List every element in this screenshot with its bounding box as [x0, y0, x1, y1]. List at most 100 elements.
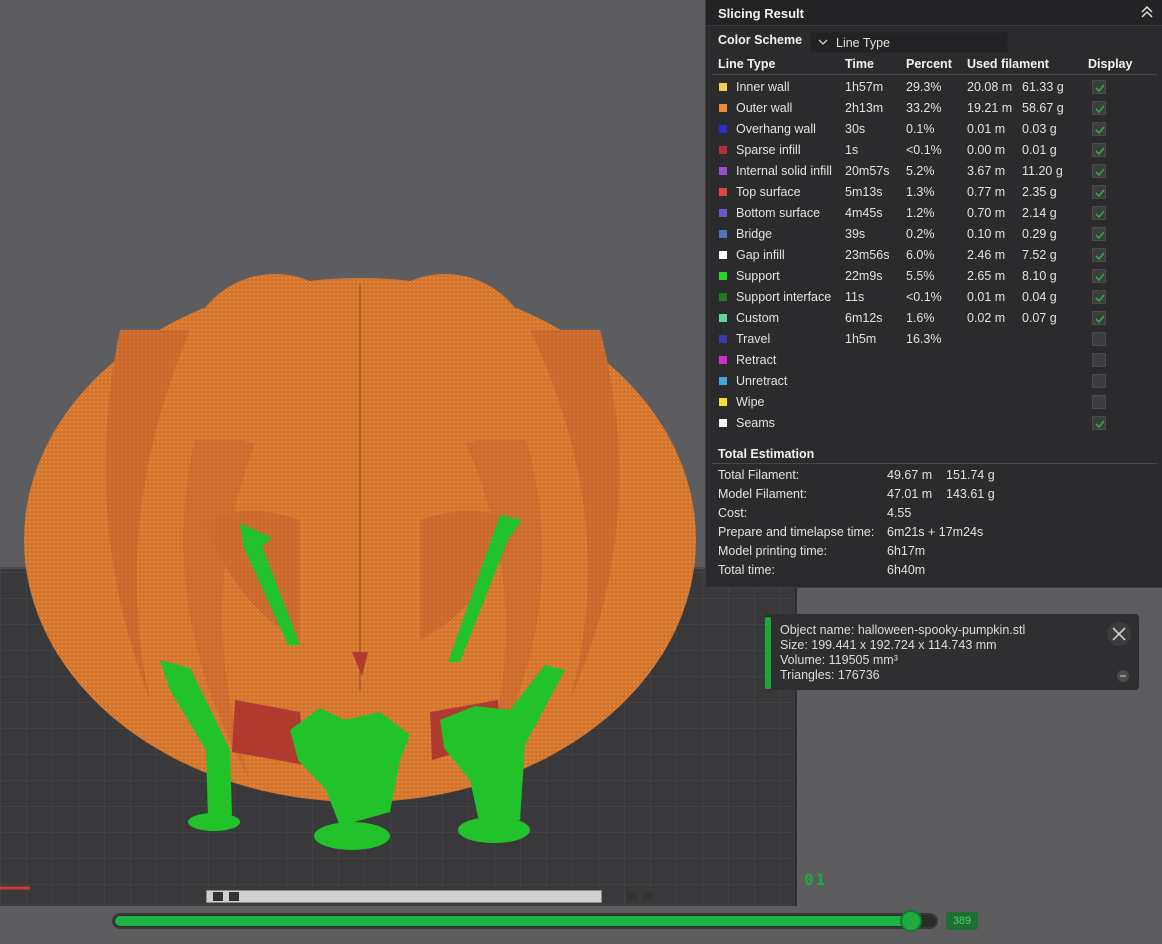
display-checkbox[interactable]	[1092, 164, 1106, 178]
collapse-icon[interactable]	[1140, 4, 1154, 20]
display-checkbox[interactable]	[1092, 206, 1106, 220]
display-checkbox[interactable]	[1092, 248, 1106, 262]
total-estimation-title: Total Estimation	[718, 447, 815, 461]
color-swatch	[719, 356, 727, 364]
line-type-percent: 0.1%	[906, 122, 935, 136]
line-type-name: Seams	[736, 416, 775, 430]
line-type-meters: 0.01 m	[967, 122, 1006, 136]
check-icon	[1095, 105, 1105, 114]
line-type-name: Support	[736, 269, 780, 283]
line-type-name: Support interface	[736, 290, 832, 304]
display-checkbox[interactable]	[1092, 395, 1106, 409]
check-icon	[1095, 189, 1105, 198]
layer-value-badge: 389	[946, 912, 978, 930]
total-value-primary: 6m21s + 17m24s	[887, 525, 984, 539]
display-checkbox[interactable]	[1092, 374, 1106, 388]
color-swatch	[719, 419, 727, 427]
display-checkbox[interactable]	[1092, 143, 1106, 157]
line-type-name: Overhang wall	[736, 122, 816, 136]
column-header-used-filament: Used filament	[967, 57, 1049, 71]
display-checkbox[interactable]	[1092, 80, 1106, 94]
object-name: Object name: halloween-spooky-pumpkin.st…	[780, 623, 1026, 637]
display-checkbox[interactable]	[1092, 416, 1106, 430]
panel-header: Slicing Result	[706, 0, 1162, 26]
line-type-row: Unretract	[706, 371, 1162, 392]
check-icon	[1095, 273, 1105, 282]
line-type-grams: 2.14 g	[1022, 206, 1057, 220]
display-checkbox[interactable]	[1092, 101, 1106, 115]
check-icon	[1095, 252, 1105, 261]
minimize-button[interactable]	[1117, 670, 1129, 682]
total-value-primary: 47.01 m	[887, 487, 933, 501]
line-type-meters: 2.46 m	[967, 248, 1006, 262]
color-swatch	[719, 230, 727, 238]
line-type-time: 1h5m	[845, 332, 877, 346]
toolbar-tool-icon[interactable]	[229, 892, 239, 901]
toolbar-settings-icon[interactable]	[627, 892, 637, 901]
display-checkbox[interactable]	[1092, 290, 1106, 304]
color-swatch	[719, 83, 727, 91]
object-info-accent	[765, 617, 771, 689]
line-type-grams: 2.35 g	[1022, 185, 1057, 199]
display-checkbox[interactable]	[1092, 332, 1106, 346]
line-type-time: 1h57m	[845, 80, 884, 94]
line-type-meters: 3.67 m	[967, 164, 1006, 178]
line-type-name: Outer wall	[736, 101, 793, 115]
line-type-meters: 0.02 m	[967, 311, 1006, 325]
line-type-time: 11s	[845, 290, 865, 304]
bottom-toolbar	[206, 890, 653, 903]
color-swatch	[719, 272, 727, 280]
line-type-row: Custom 6m12s 1.6% 0.02 m 0.07 g	[706, 308, 1162, 329]
color-scheme-label: Color Scheme	[718, 33, 803, 47]
line-type-percent: <0.1%	[906, 290, 942, 304]
layer-slider[interactable]	[112, 910, 938, 932]
total-value-primary: 6h40m	[887, 563, 926, 577]
line-type-meters: 0.00 m	[967, 143, 1006, 157]
color-scheme-select[interactable]: Line Type	[810, 32, 1008, 53]
line-type-time: 30s	[845, 122, 866, 136]
total-value-primary: 6h17m	[887, 544, 926, 558]
line-type-row: Overhang wall 30s 0.1% 0.01 m 0.03 g	[706, 119, 1162, 140]
line-type-grams: 0.07 g	[1022, 311, 1057, 325]
total-label: Model Filament:	[718, 487, 807, 501]
line-type-time: 22m9s	[845, 269, 883, 283]
line-type-grams: 11.20 g	[1022, 164, 1063, 178]
line-type-grams: 61.33 g	[1022, 80, 1064, 94]
toolbar-view-icon[interactable]	[643, 892, 653, 901]
line-type-name: Travel	[736, 332, 771, 346]
color-swatch	[719, 335, 727, 343]
line-type-percent: 29.3%	[906, 80, 942, 94]
line-type-grams: 0.01 g	[1022, 143, 1057, 157]
line-type-row: Support 22m9s 5.5% 2.65 m 8.10 g	[706, 266, 1162, 287]
line-type-percent: 6.0%	[906, 248, 935, 262]
display-checkbox[interactable]	[1092, 269, 1106, 283]
line-type-grams: 0.03 g	[1022, 122, 1057, 136]
line-type-row: Support interface 11s <0.1% 0.01 m 0.04 g	[706, 287, 1162, 308]
object-size: Size: 199.441 x 192.724 x 114.743 mm	[780, 638, 997, 652]
line-type-percent: 0.2%	[906, 227, 935, 241]
line-type-meters: 0.01 m	[967, 290, 1006, 304]
display-checkbox[interactable]	[1092, 185, 1106, 199]
color-swatch	[719, 251, 727, 259]
line-type-grams: 8.10 g	[1022, 269, 1057, 283]
layer-slider-handle[interactable]	[900, 910, 922, 932]
check-icon	[1095, 168, 1105, 177]
line-type-row: Internal solid infill 20m57s 5.2% 3.67 m 11.…	[706, 161, 1162, 182]
line-type-name: Sparse infill	[736, 143, 801, 157]
object-triangles: Triangles: 176736	[780, 668, 880, 682]
total-label: Total time:	[718, 563, 775, 577]
display-checkbox[interactable]	[1092, 227, 1106, 241]
color-scheme-value: Line Type	[836, 36, 890, 50]
column-header-time: Time	[845, 57, 874, 71]
line-type-grams: 0.29 g	[1022, 227, 1057, 241]
line-type-percent: 5.2%	[906, 164, 935, 178]
display-checkbox[interactable]	[1092, 353, 1106, 367]
line-type-grams: 0.04 g	[1022, 290, 1057, 304]
line-type-row: Outer wall 2h13m 33.2% 19.21 m 58.67 g	[706, 98, 1162, 119]
toolbar-grid-icon[interactable]	[213, 892, 223, 901]
display-checkbox[interactable]	[1092, 311, 1106, 325]
object-info-panel: Object name: halloween-spooky-pumpkin.st…	[765, 614, 1139, 690]
close-button[interactable]	[1107, 622, 1131, 646]
color-swatch	[719, 377, 727, 385]
display-checkbox[interactable]	[1092, 122, 1106, 136]
